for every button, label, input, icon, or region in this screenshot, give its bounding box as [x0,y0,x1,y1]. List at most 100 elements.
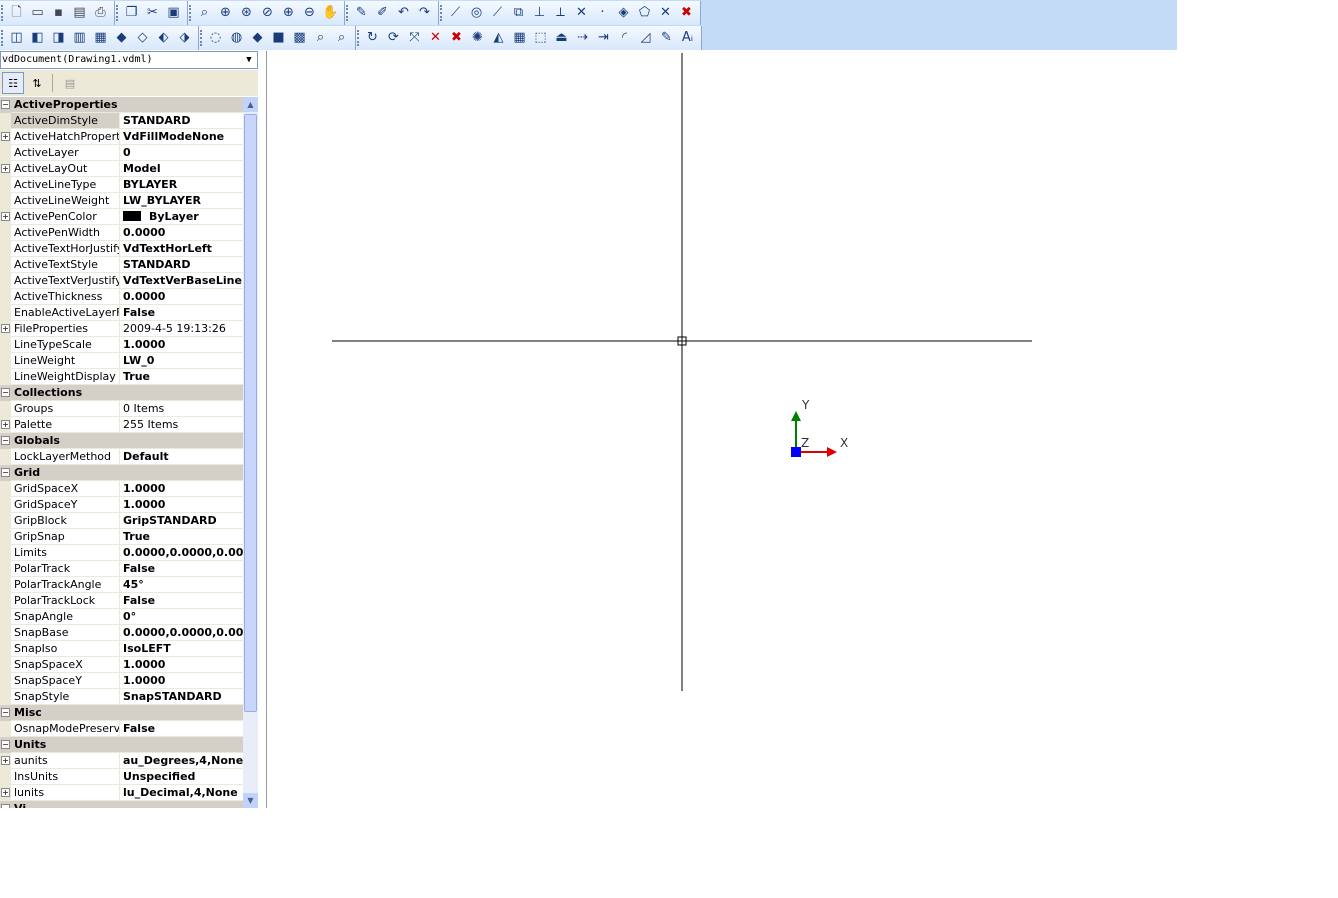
property-value[interactable]: VdTextVerBaseLine [120,273,243,288]
expand-icon[interactable]: + [1,132,10,141]
erase-multi-icon[interactable]: ✖ [446,27,467,48]
rotate-icon[interactable]: ⟳ [383,27,404,48]
property-row[interactable]: ActivePenWidth 0.0000 [0,225,243,241]
property-row[interactable]: SnapSpaceY 1.0000 [0,673,243,689]
pan-icon[interactable]: ✋ [320,2,341,23]
view-iso-sw-icon[interactable]: ◆ [111,27,132,48]
property-row[interactable]: ActiveLineType BYLAYER [0,177,243,193]
collapse-icon[interactable]: − [1,468,10,477]
property-row[interactable]: LineWeightDisplay True [0,369,243,385]
snap-none-icon[interactable]: ✖ [676,2,697,23]
property-row[interactable]: + ActivePenColor ByLayer [0,209,243,225]
property-value[interactable]: 0 [120,145,243,160]
erase-icon[interactable]: ✕ [425,27,446,48]
view-left-icon[interactable]: ◨ [48,27,69,48]
mirror-icon[interactable]: ◭ [488,27,509,48]
property-row[interactable]: GridSpaceX 1.0000 [0,481,243,497]
property-row[interactable]: PolarTrackLock False [0,593,243,609]
property-value[interactable]: Default [120,449,243,464]
render-zoom-icon[interactable]: ⌕ [310,27,331,48]
property-value[interactable]: 0° [120,609,243,624]
property-row[interactable]: InsUnits Unspecified [0,769,243,785]
array-icon[interactable]: ▦ [509,27,530,48]
property-category[interactable]: − Units [0,737,243,753]
property-row[interactable]: LockLayerMethod Default [0,449,243,465]
render-wire-icon[interactable]: ◌ [205,27,226,48]
property-row[interactable]: EnableActiveLayerFrozenFalse [0,305,243,321]
expand-icon[interactable]: + [1,212,10,221]
render-hide-icon[interactable]: ◍ [226,27,247,48]
property-row[interactable]: LineWeight LW_0 [0,353,243,369]
property-row[interactable]: Groups 0 Items [0,401,243,417]
alphabetical-sort-icon[interactable]: ⇅ [26,72,48,94]
property-row[interactable]: SnapIso IsoLEFT [0,641,243,657]
property-row[interactable]: + aunits au_Degrees,4,None,0 [0,753,243,769]
snap-endpoint-icon[interactable]: ⟋ [445,2,466,23]
expand-icon[interactable]: + [1,164,10,173]
snap-apparent-icon[interactable]: ✕ [655,2,676,23]
view-top-icon[interactable]: ◫ [6,27,27,48]
move-icon[interactable]: ↻ [362,27,383,48]
zoom-out-icon[interactable]: ⊖ [299,2,320,23]
property-value[interactable]: False [120,721,243,736]
property-value[interactable]: False [120,305,243,320]
collapse-icon[interactable]: − [1,436,10,445]
property-value[interactable]: 1.0000 [120,657,243,672]
snap-quadrant-icon[interactable]: ◈ [613,2,634,23]
property-value[interactable]: 1.0000 [120,673,243,688]
expand-icon[interactable]: + [1,324,10,333]
snap-center-icon[interactable]: ◎ [466,2,487,23]
property-row[interactable]: GridSpaceY 1.0000 [0,497,243,513]
property-row[interactable]: SnapSpaceX 1.0000 [0,657,243,673]
property-row[interactable]: PolarTrackAngle 45° [0,577,243,593]
property-category[interactable]: − Grid [0,465,243,481]
property-value[interactable]: 45° [120,577,243,592]
collapse-icon[interactable]: − [1,388,10,397]
collapse-icon[interactable]: − [1,804,10,808]
property-value[interactable]: IsoLEFT [120,641,243,656]
property-row[interactable]: ActiveTextVerJustify VdTextVerBaseLine [0,273,243,289]
property-category[interactable]: − Misc [0,705,243,721]
chevron-down-icon[interactable]: ▼ [241,52,257,68]
property-row[interactable]: ActiveTextStyle STANDARD [0,257,243,273]
snap-node-icon[interactable]: · [592,2,613,23]
text-icon[interactable]: Aᵢ [677,27,698,48]
property-grid-scrollbar[interactable]: ▲ ▼ [243,97,258,808]
property-row[interactable]: ActiveDimStyle STANDARD [0,113,243,129]
property-value[interactable]: STANDARD [120,113,243,128]
paste-icon[interactable]: ▣ [163,2,184,23]
explode-icon[interactable]: ✺ [467,27,488,48]
expand-icon[interactable]: + [1,420,10,429]
property-value[interactable]: 0.0000 [120,225,243,240]
property-value[interactable]: GripSTANDARD [120,513,243,528]
property-value[interactable]: 255 Items [120,417,243,432]
scrollbar-thumb[interactable] [244,114,257,712]
property-row[interactable]: SnapBase0.0000,0.0000,0.0000 [0,625,243,641]
zoom-in-icon[interactable]: ⊕ [278,2,299,23]
property-value[interactable]: 0.0000 [120,289,243,304]
snap-perpendicular-icon[interactable]: ⊥ [529,2,550,23]
collapse-icon[interactable]: − [1,100,10,109]
property-value[interactable]: 0.0000,0.0000,0.0000 [120,545,243,560]
expand-icon[interactable]: + [1,756,10,765]
scroll-up-icon[interactable]: ▲ [243,97,258,112]
snap-intersection-icon[interactable]: ✕ [571,2,592,23]
render-box-icon[interactable]: ■ [268,27,289,48]
zoom-previous-icon[interactable]: ⊘ [257,2,278,23]
property-value[interactable]: SnapSTANDARD [120,689,243,704]
property-value[interactable]: False [120,561,243,576]
property-row[interactable]: + Palette 255 Items [0,417,243,433]
copy-icon[interactable]: ❐ [121,2,142,23]
stretch-icon[interactable]: ⏏ [551,27,572,48]
property-row[interactable]: + ActiveLayOut Model [0,161,243,177]
property-value[interactable]: au_Degrees,4,None,0 [120,753,243,768]
property-row[interactable]: ActiveLineWeight LW_BYLAYER [0,193,243,209]
property-value[interactable]: 2009-4-5 19:13:26 [120,321,243,336]
zoom-window-icon[interactable]: ⌕ [194,2,215,23]
snap-nearest-icon[interactable]: ⬠ [634,2,655,23]
property-value[interactable]: 1.0000 [120,481,243,496]
snap-midpoint-icon[interactable]: ⟋ [487,2,508,23]
collapse-icon[interactable]: − [1,708,10,717]
view-front-icon[interactable]: ▦ [90,27,111,48]
property-value[interactable]: LW_BYLAYER [120,193,243,208]
